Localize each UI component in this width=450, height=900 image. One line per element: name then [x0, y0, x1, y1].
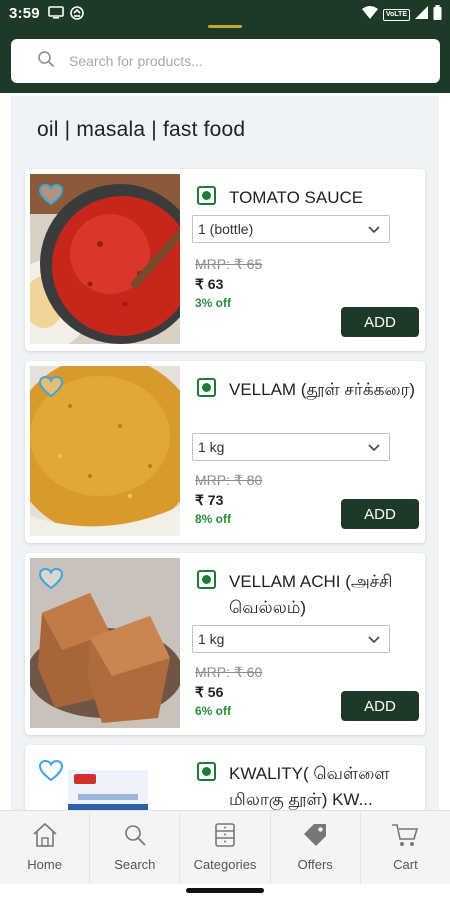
mrp-price: MRP: ₹ 80 [195, 472, 263, 488]
app-header: 3:59 VoLTE [0, 0, 450, 93]
favorite-heart-icon[interactable] [38, 759, 64, 787]
home-gesture-handle[interactable] [186, 888, 264, 893]
favorite-heart-icon[interactable] [38, 183, 64, 211]
variant-select[interactable]: 1 kg [192, 625, 390, 653]
veg-indicator-icon [197, 378, 216, 397]
mrp-price: MRP: ₹ 65 [195, 256, 263, 272]
add-button[interactable]: ADD [341, 691, 419, 721]
product-image-vellam[interactable] [30, 366, 180, 536]
nav-label: Cart [393, 857, 418, 872]
veg-indicator-icon [197, 186, 216, 205]
add-button[interactable]: ADD [341, 307, 419, 337]
bottom-navigation: Home Search Categories Offers Cart [0, 810, 450, 884]
categories-icon [214, 821, 236, 849]
product-name[interactable]: TOMATO SAUCE [229, 185, 421, 211]
product-image-tomato-sauce[interactable] [30, 174, 180, 344]
cart-icon [391, 821, 419, 849]
status-time: 3:59 [9, 5, 40, 22]
chevron-down-icon [368, 221, 380, 237]
nav-categories[interactable]: Categories [180, 811, 271, 884]
discount-label: 3% off [195, 296, 231, 310]
veg-indicator-icon [197, 762, 216, 781]
search-icon [11, 50, 55, 73]
nav-label: Search [114, 857, 156, 872]
favorite-heart-icon[interactable] [38, 375, 64, 403]
search-input[interactable] [69, 53, 409, 69]
product-list-container[interactable]: oil | masala | fast food TOMATO SAUCE 1 … [11, 96, 439, 810]
sync-icon [70, 6, 84, 25]
discount-label: 8% off [195, 512, 231, 526]
category-title: oil | masala | fast food [37, 118, 246, 141]
status-bar: 3:59 VoLTE [0, 0, 450, 28]
wifi-icon [361, 6, 378, 24]
variant-value: 1 (bottle) [198, 221, 254, 237]
chevron-down-icon [368, 439, 380, 455]
variant-select[interactable]: 1 (bottle) [192, 215, 390, 243]
nav-label: Categories [193, 857, 257, 872]
selling-price: ₹ 63 [195, 276, 224, 292]
product-name[interactable]: KWALITY( வெள்ளை மிலாகு தூள்) KW... [229, 761, 421, 810]
variant-select[interactable]: 1 kg [192, 433, 390, 461]
home-icon [31, 821, 59, 849]
nav-label: Offers [297, 857, 333, 872]
variant-value: 1 kg [198, 439, 225, 455]
search-icon [123, 821, 147, 849]
veg-indicator-icon [197, 570, 216, 589]
cast-icon [48, 6, 64, 25]
favorite-heart-icon[interactable] [38, 567, 64, 595]
nav-cart[interactable]: Cart [361, 811, 450, 884]
nav-search[interactable]: Search [90, 811, 181, 884]
search-bar[interactable] [11, 39, 440, 83]
chevron-down-icon [368, 631, 380, 647]
product-name[interactable]: VELLAM ACHI (அச்சி வெல்லம்) [229, 569, 421, 621]
product-image-kwality[interactable] [30, 750, 180, 810]
selling-price: ₹ 73 [195, 492, 224, 508]
nav-label: Home [27, 857, 62, 872]
signal-icon [415, 6, 428, 24]
mrp-price: MRP: ₹ 60 [195, 664, 263, 680]
drag-handle[interactable] [208, 25, 242, 28]
add-button[interactable]: ADD [341, 499, 419, 529]
product-card[interactable]: KWALITY( வெள்ளை மிலாகு தூள்) KW... [25, 745, 425, 810]
product-image-vellam-achi[interactable] [30, 558, 180, 728]
variant-value: 1 kg [198, 631, 225, 647]
product-card[interactable]: VELLAM ACHI (அச்சி வெல்லம்) 1 kg MRP: ₹ … [25, 553, 425, 735]
product-card[interactable]: VELLAM (தூள் சர்க்கரை) 1 kg MRP: ₹ 80 ₹ … [25, 361, 425, 543]
nav-home[interactable]: Home [0, 811, 91, 884]
product-name[interactable]: VELLAM (தூள் சர்க்கரை) [229, 377, 421, 403]
volte-badge: VoLTE [382, 9, 410, 21]
product-card[interactable]: TOMATO SAUCE 1 (bottle) MRP: ₹ 65 ₹ 63 3… [25, 169, 425, 351]
nav-offers[interactable]: Offers [271, 811, 361, 884]
offers-tag-icon [302, 821, 328, 849]
battery-icon [433, 5, 442, 25]
discount-label: 6% off [195, 704, 231, 718]
selling-price: ₹ 56 [195, 684, 224, 700]
